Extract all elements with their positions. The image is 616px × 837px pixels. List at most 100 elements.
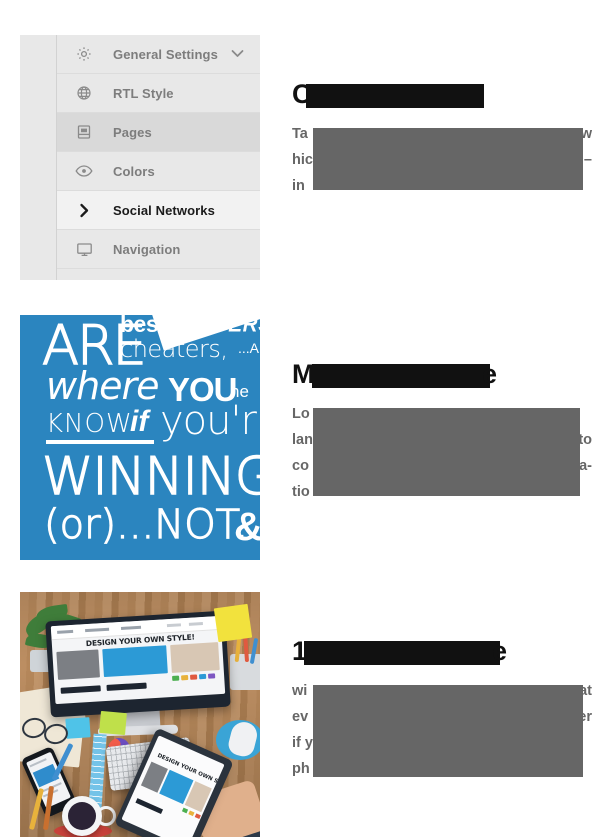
headline-redaction (306, 84, 484, 108)
chevron-down-icon[interactable] (231, 45, 244, 63)
typographic-poster: ARE best PLAYERS cheaters, ...A where YO… (20, 315, 260, 560)
line-suffix: at (579, 683, 592, 699)
monitor-swatch (207, 673, 216, 679)
sidebar-item-navigation[interactable]: Navigation (57, 230, 260, 269)
globe-icon (73, 82, 95, 104)
monitor-tile (102, 645, 168, 678)
paragraph-line: lan to (292, 427, 592, 453)
headline-visible-suffix: e (492, 636, 507, 666)
sidebar-item-social-networks[interactable]: Social Networks (57, 191, 260, 230)
gear-icon (73, 43, 95, 65)
content-row-workspace: DESIGN YOUR OWN STYLE! DESIGN YOUR OWN 1… (0, 592, 616, 837)
workspace-photo[interactable]: DESIGN YOUR OWN STYLE! DESIGN YOUR OWN (20, 592, 260, 837)
phone-text-line (29, 758, 47, 768)
headline-visible-suffix: e (482, 359, 497, 389)
line-prefix: in (292, 178, 305, 194)
settings-menu-screenshot[interactable]: General Settings RTL Style Pages Colors … (20, 35, 260, 280)
line-suffix: – (583, 152, 592, 168)
poster-word-if: if (130, 405, 149, 438)
paragraph-line: co ra- (292, 453, 592, 479)
tablet-button (135, 798, 164, 815)
line-suffix: to (578, 432, 592, 448)
paragraph-line: wi at (292, 678, 592, 704)
paragraph-line: in (292, 173, 592, 199)
poster-underline (46, 440, 154, 444)
monitor-button (60, 685, 101, 694)
poster-word-youre: you'r (160, 398, 257, 444)
line-suffix: ra- (573, 458, 592, 474)
section-headline: 1 e (292, 636, 592, 668)
poster-word-ornot: (or)...NOT. (43, 502, 249, 548)
headline-redaction (312, 364, 490, 388)
headline-visible-prefix: C (292, 79, 312, 109)
sticky-note (213, 603, 253, 643)
poster-word-know: KNOW (46, 409, 133, 439)
sidebar-item-rtl-style[interactable]: RTL Style (57, 74, 260, 113)
sidebar-item-label: Navigation (113, 241, 181, 257)
section-copy: C Ta w hic – in (292, 79, 592, 199)
line-prefix: tio (292, 484, 310, 500)
sidebar-item-label: Colors (113, 163, 155, 179)
line-suffix: w (580, 126, 592, 142)
menu-rail (20, 35, 57, 280)
line-prefix: lan (292, 432, 313, 448)
line-prefix: ph (292, 761, 310, 777)
section-copy: 1 e wi at ev er if y ph (292, 636, 592, 782)
line-prefix: co (292, 458, 309, 474)
monitor-swatch (198, 673, 207, 680)
cup-handle (96, 806, 116, 826)
section-paragraph: Ta w hic – in (292, 121, 592, 199)
paragraph-line: ev er (292, 704, 592, 730)
poster-word-players: PLAYERS (175, 315, 260, 336)
paragraph-line: Ta w (292, 121, 592, 147)
monitor-tile (170, 642, 220, 673)
monitor-icon (73, 238, 95, 260)
line-prefix: hic (292, 152, 313, 168)
monitor-screen: DESIGN YOUR OWN STYLE! (50, 615, 226, 705)
coffee (68, 802, 96, 830)
sticky-note (65, 717, 91, 739)
pages-icon (73, 121, 95, 143)
sidebar-item-label: General Settings (113, 46, 218, 62)
sidebar-item-label: Pages (113, 124, 152, 140)
sidebar-item-colors[interactable]: Colors (57, 152, 260, 191)
poster-image[interactable]: ARE best PLAYERS cheaters, ...A where YO… (20, 315, 260, 560)
monitor-swatch (190, 674, 198, 680)
line-prefix: ev (292, 709, 309, 725)
tablet-swatch (194, 813, 201, 820)
desk-scene: DESIGN YOUR OWN STYLE! DESIGN YOUR OWN (20, 592, 260, 837)
sidebar-item-general-settings[interactable]: General Settings (57, 35, 260, 74)
section-paragraph: Lo lan to co ra- tio (292, 401, 592, 505)
headline-visible-prefix: 1 (292, 636, 307, 666)
paragraph-line: hic – (292, 147, 592, 173)
section-headline: M e (292, 359, 592, 391)
sidebar-item-label: Social Networks (113, 202, 215, 218)
chevron-right-icon (73, 199, 95, 221)
monitor-button (106, 682, 147, 691)
poster-word-aa: ...A (238, 340, 260, 356)
tablet-swatch (181, 807, 189, 814)
line-prefix: wi (292, 683, 308, 699)
paragraph-line: Lo (292, 401, 592, 427)
headline-visible-prefix: M (292, 359, 315, 389)
monitor-swatch (172, 675, 180, 681)
section-paragraph: wi at ev er if y ph (292, 678, 592, 782)
paragraph-line: ph (292, 756, 592, 782)
line-suffix: er (578, 709, 592, 725)
content-row-settings: General Settings RTL Style Pages Colors … (0, 35, 616, 280)
sidebar-item-label: RTL Style (113, 85, 174, 101)
poster-word-ampersand: & (234, 507, 260, 547)
sidebar-item-pages[interactable]: Pages (57, 113, 260, 152)
headline-redaction (304, 641, 500, 665)
menu-panel: General Settings RTL Style Pages Colors … (57, 35, 260, 280)
monitor-tile (56, 649, 100, 680)
poster-word-best: best (120, 315, 166, 337)
settings-menu: General Settings RTL Style Pages Colors … (20, 35, 260, 280)
section-headline: C (292, 79, 592, 111)
tablet-swatch (188, 810, 195, 817)
content-row-poster: ARE best PLAYERS cheaters, ...A where YO… (0, 315, 616, 560)
poster-word-cheaters: cheaters, (120, 335, 228, 363)
eye-icon (73, 160, 95, 182)
poster-word-winning: WINNING (41, 447, 260, 507)
monitor-swatch (181, 674, 189, 681)
